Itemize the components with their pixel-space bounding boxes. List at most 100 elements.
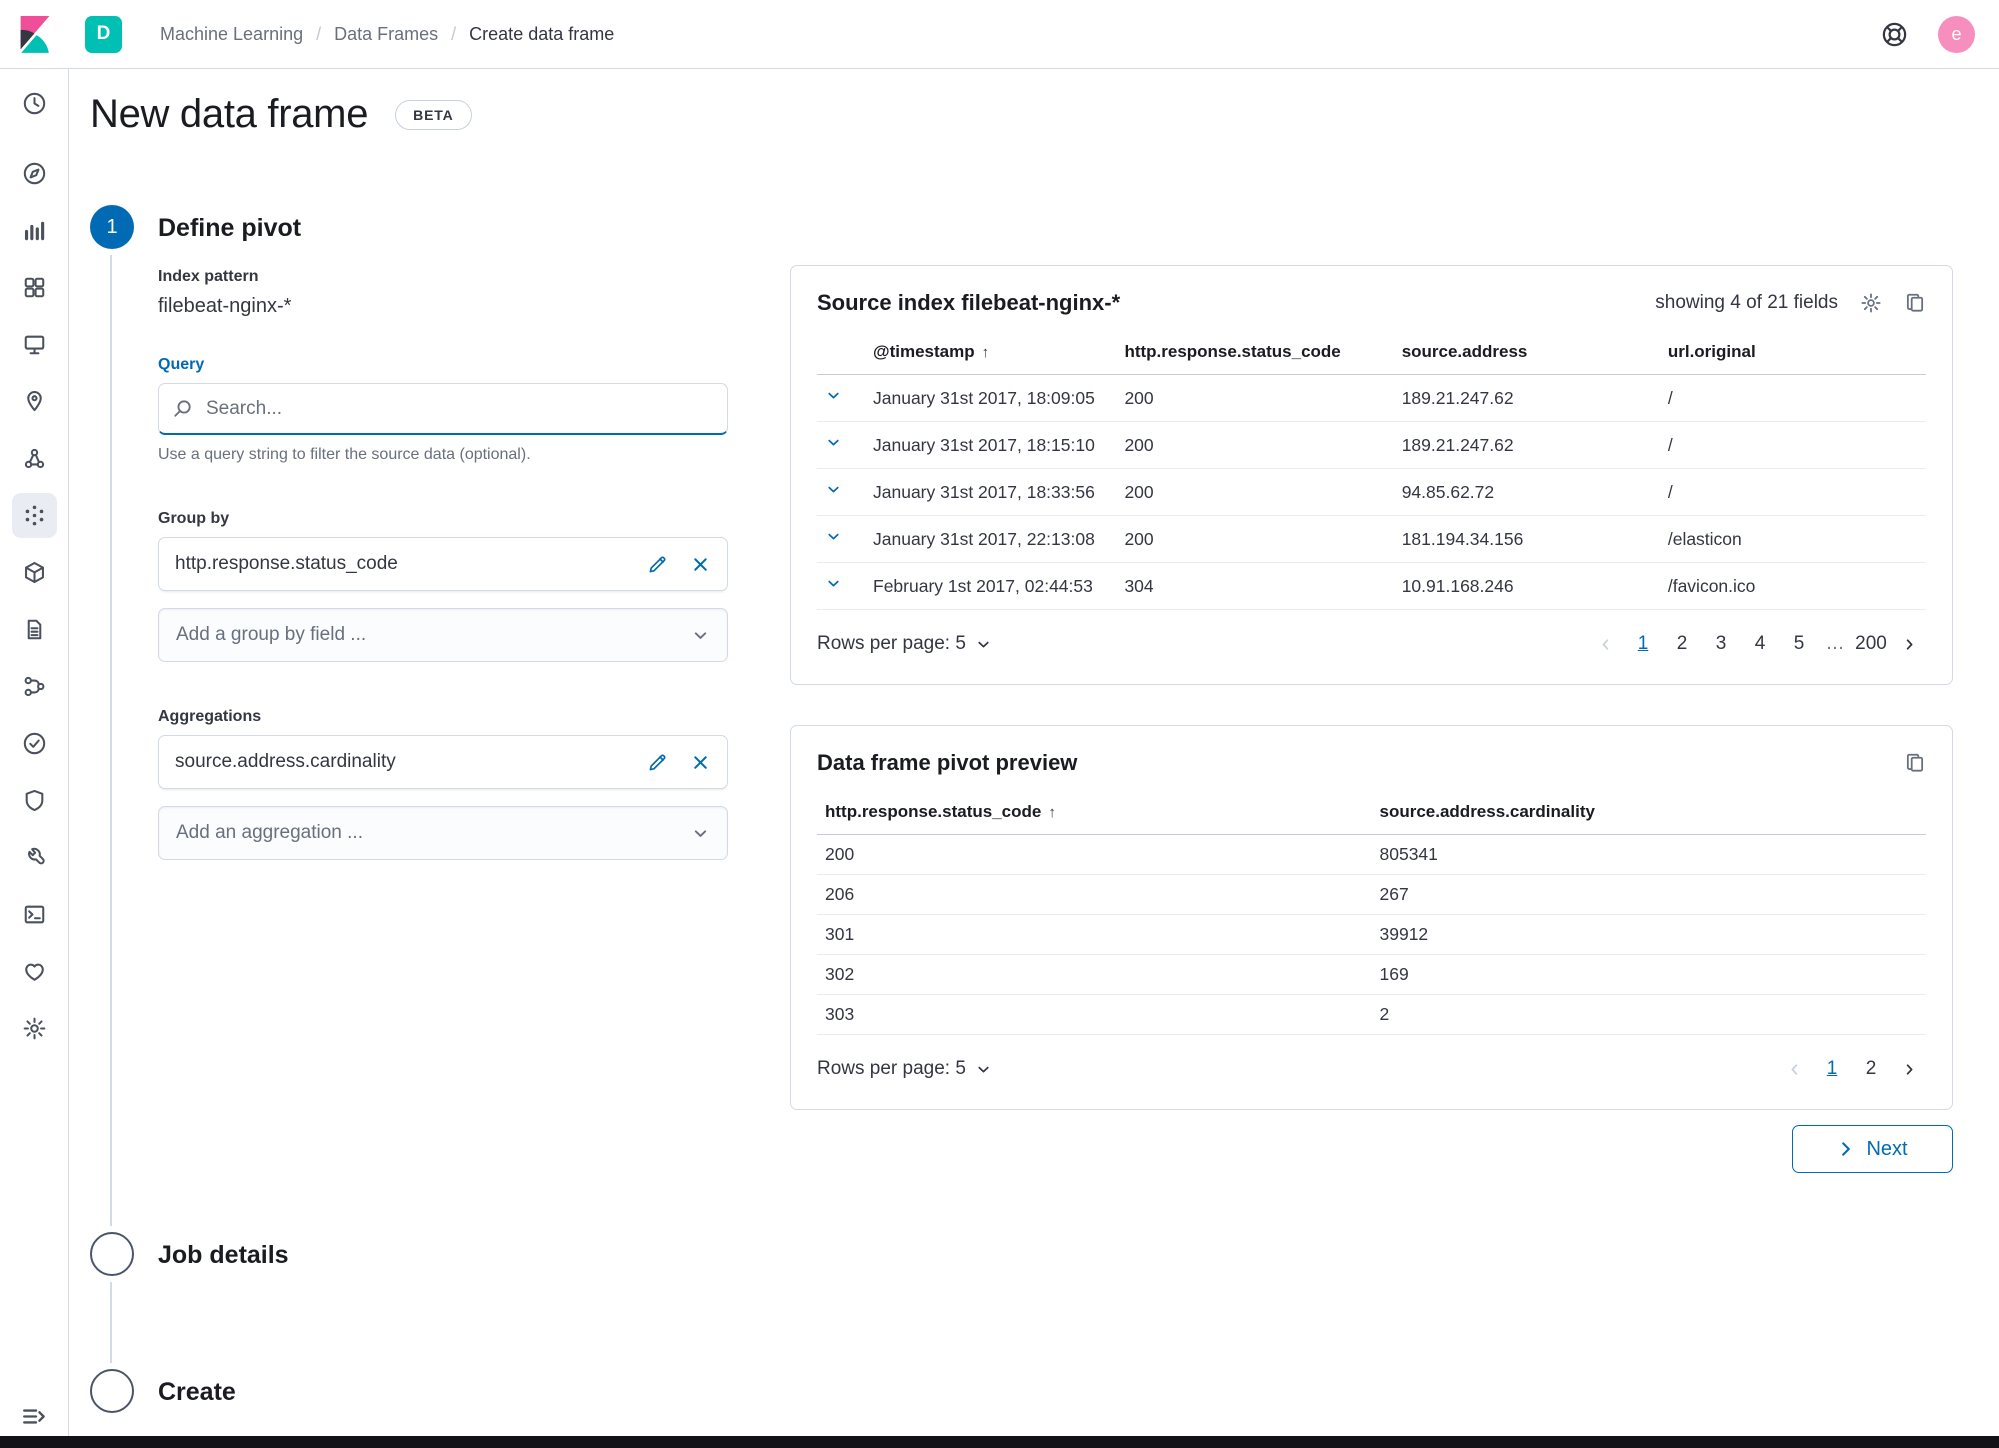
sidebar-item-logs[interactable] [6, 601, 63, 658]
discover-icon [22, 161, 47, 186]
page-3-button[interactable]: 3 [1703, 626, 1739, 662]
breadcrumb-data-frames[interactable]: Data Frames [334, 24, 438, 45]
sidebar-item-machine-learning[interactable] [6, 487, 63, 544]
group-by-item: http.response.status_code [158, 537, 728, 591]
graph-icon [22, 446, 47, 471]
column-header-url.original[interactable]: url.original [1659, 330, 1926, 375]
machine-learning-icon [22, 503, 47, 528]
sidebar-item-recently-viewed[interactable] [6, 75, 63, 132]
sidebar-item-graph[interactable] [6, 430, 63, 487]
aggregation-item: source.address.cardinality [158, 735, 728, 789]
expand-row-button[interactable] [825, 575, 842, 592]
table-row: 301 39912 [817, 914, 1926, 955]
table-cell: January 31st 2017, 22:13:08 [865, 515, 1117, 563]
rows-per-page-button[interactable]: Rows per page: 5 [817, 1058, 992, 1080]
sidebar-item-apm[interactable] [6, 658, 63, 715]
visualize-icon [22, 218, 47, 243]
table-cell: 303 [817, 994, 1372, 1035]
uptime-icon [22, 731, 47, 756]
edit-group-by-button[interactable] [647, 554, 668, 575]
rows-per-page-button[interactable]: Rows per page: 5 [817, 633, 992, 655]
page-200-button[interactable]: 200 [1853, 626, 1889, 662]
sidebar-item-siem[interactable] [6, 772, 63, 829]
next-page-button[interactable] [1892, 1052, 1926, 1086]
sidebar-item-infrastructure[interactable] [6, 544, 63, 601]
expand-row-button[interactable] [825, 528, 842, 545]
pencil-icon [649, 555, 666, 572]
copy-to-clipboard-icon[interactable] [1904, 292, 1926, 314]
prev-page-button[interactable] [1588, 627, 1622, 661]
prev-page-button[interactable] [1777, 1052, 1811, 1086]
table-cell: 2 [1371, 994, 1926, 1035]
page-2-button[interactable]: 2 [1664, 626, 1700, 662]
pivot-table-pagination: 12 [1777, 1051, 1926, 1087]
table-cell: January 31st 2017, 18:09:05 [865, 374, 1117, 422]
table-cell: 304 [1116, 562, 1394, 610]
sidebar-item-discover[interactable] [6, 145, 63, 202]
sidebar-expand-icon[interactable] [20, 1403, 47, 1430]
table-row: January 31st 2017, 18:09:05 200 189.21.247… [817, 374, 1926, 422]
page-1-button[interactable]: 1 [1814, 1051, 1850, 1087]
index-pattern-label: Index pattern [158, 268, 259, 285]
table-cell: January 31st 2017, 18:15:10 [865, 421, 1117, 469]
page-1-button[interactable]: 1 [1625, 626, 1661, 662]
add-group-by-placeholder: Add a group by field ... [176, 624, 367, 645]
monitoring-icon [22, 959, 47, 984]
sidebar-item-dashboard[interactable] [6, 259, 63, 316]
next-button[interactable]: Next [1792, 1125, 1953, 1173]
column-header-source.address[interactable]: source.address [1393, 330, 1660, 375]
source-index-table: @timestamp ↑ http.response.status_code sour… [817, 330, 1926, 610]
column-header-http.response.status_code[interactable]: http.response.status_code [1116, 330, 1394, 375]
add-group-by-select[interactable]: Add a group by field ... [158, 608, 728, 662]
settings-gear-icon[interactable] [1860, 292, 1882, 314]
add-aggregation-select[interactable]: Add an aggregation ... [158, 806, 728, 860]
infrastructure-icon [22, 560, 47, 585]
breadcrumb-machine-learning[interactable]: Machine Learning [160, 24, 303, 45]
sidebar-item-dev-tools[interactable] [6, 829, 63, 886]
edit-aggregation-button[interactable] [647, 752, 668, 773]
sidebar-item-monitoring[interactable] [6, 943, 63, 1000]
sidebar-item-console[interactable] [6, 886, 63, 943]
next-page-button[interactable] [1892, 627, 1926, 661]
column-header-source.address.cardinality[interactable]: source.address.cardinality [1371, 790, 1926, 835]
expand-row-button[interactable] [825, 481, 842, 498]
sidebar-item-management[interactable] [6, 1000, 63, 1057]
kibana-logo[interactable] [0, 0, 69, 68]
table-row: 303 2 [817, 994, 1926, 1035]
sidebar-item-uptime[interactable] [6, 715, 63, 772]
query-search-input[interactable] [158, 383, 728, 435]
avatar[interactable]: e [1938, 15, 1975, 53]
chevron-down-icon [691, 824, 710, 843]
bottom-bar [0, 1436, 1999, 1448]
delete-group-by-button[interactable] [690, 554, 711, 575]
sidebar-item-visualize[interactable] [6, 202, 63, 259]
step-2-indicator [90, 1232, 134, 1276]
page-5-button[interactable]: 5 [1781, 626, 1817, 662]
breadcrumb-separator: / [451, 23, 457, 44]
expander-column-header [817, 330, 865, 375]
page-4-button[interactable]: 4 [1742, 626, 1778, 662]
pivot-panel-title: Data frame pivot preview [817, 750, 1078, 775]
table-cell: 10.91.168.246 [1393, 562, 1660, 610]
index-pattern-value: filebeat-nginx-* [158, 295, 292, 317]
table-cell: 200 [1116, 468, 1394, 516]
help-icon[interactable] [1881, 21, 1908, 48]
page-2-button[interactable]: 2 [1853, 1051, 1889, 1087]
table-cell: 39912 [1371, 914, 1926, 955]
step-3-title: Create [158, 1378, 236, 1406]
dashboard-icon [22, 275, 47, 300]
sidebar-item-maps[interactable] [6, 373, 63, 430]
table-cell: 189.21.247.62 [1393, 374, 1660, 422]
space-badge[interactable]: D [85, 15, 122, 53]
expand-row-button[interactable] [825, 434, 842, 451]
delete-aggregation-button[interactable] [690, 752, 711, 773]
table-row: January 31st 2017, 18:33:56 200 94.85.62.7… [817, 468, 1926, 516]
column-header-@timestamp[interactable]: @timestamp ↑ [865, 330, 1117, 375]
expand-row-button[interactable] [825, 387, 842, 404]
copy-to-clipboard-icon[interactable] [1904, 752, 1926, 774]
sort-ascending-icon: ↑ [981, 344, 990, 361]
table-cell: 200 [1116, 515, 1394, 563]
column-header-http.response.status_code[interactable]: http.response.status_code ↑ [817, 790, 1372, 835]
define-pivot-form: Index pattern filebeat-nginx-* Query Use… [158, 268, 728, 860]
sidebar-item-canvas[interactable] [6, 316, 63, 373]
